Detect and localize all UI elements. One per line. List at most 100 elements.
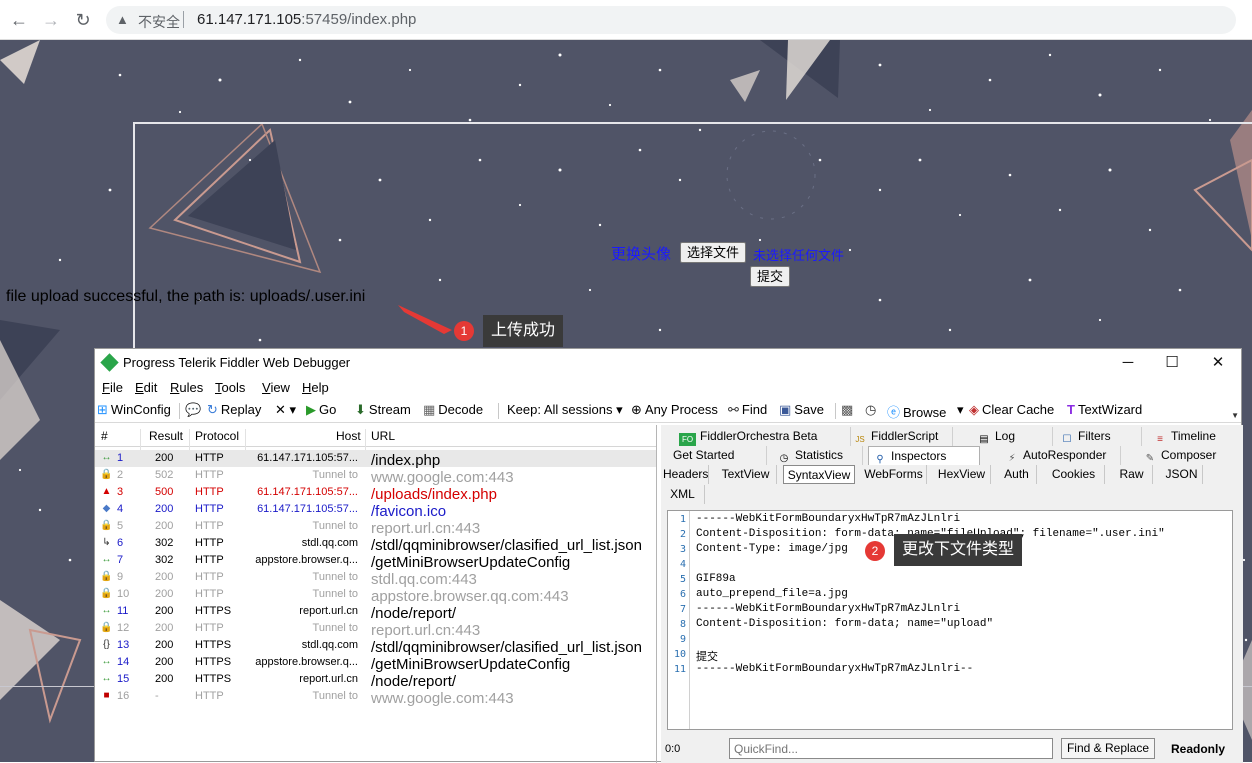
save-button[interactable]: ▣ Save — [779, 402, 824, 418]
reload-button[interactable]: ↻ — [72, 9, 94, 31]
session-row[interactable]: ↔ 7 302 HTTP appstore.browser.q.../getMiniBr… — [95, 552, 656, 571]
session-row[interactable]: ↳ 6 302 HTTP stdl.qq.com/stdl/qqminibrowser/… — [95, 535, 656, 554]
address-bar[interactable]: ▲ 不安全 61.147.171.105:57459/index.php — [106, 6, 1236, 34]
column-result[interactable]: Result — [149, 429, 183, 443]
subtab-textview[interactable]: TextView — [715, 465, 777, 484]
browse-dropdown[interactable]: ▾ — [957, 402, 964, 418]
session-row[interactable]: ◆ 4 200 HTTP 61.147.171.105:57.../favicon.ic… — [95, 501, 656, 520]
winconfig-button[interactable]: ⊞ WinConfig — [97, 402, 171, 418]
subtab-json[interactable]: JSON — [1161, 465, 1203, 484]
tab-composer[interactable]: ✎ Composer — [1139, 446, 1237, 465]
keep-sessions-dropdown[interactable]: Keep: All sessions ▾ — [507, 402, 623, 418]
tab-get-started[interactable]: Get Started — [669, 446, 767, 465]
session-row[interactable]: 🔒 2 502 HTTP Tunnel to www.google.com:443 — [95, 467, 656, 486]
security-label[interactable]: 不安全 — [138, 12, 180, 32]
session-row[interactable]: ■ 16 - HTTP Tunnel to www.google.com:443 — [95, 688, 656, 707]
screenshot-button[interactable]: ▩ — [841, 402, 856, 418]
subtab-webforms[interactable]: WebForms — [861, 465, 927, 484]
session-row[interactable]: ↔ 15 200 HTTPS report.url.cn/node/report/ — [95, 671, 656, 690]
tab-log[interactable]: ▤ Log — [973, 427, 1053, 446]
find-button[interactable]: ⚯ Find — [728, 402, 767, 418]
session-protocol: HTTP — [195, 537, 224, 549]
no-file-chosen-text: 未选择任何文件 — [753, 248, 845, 263]
column-url[interactable]: URL — [371, 429, 395, 443]
url-path: :57459/index.php — [301, 11, 417, 28]
windows-icon: ⊞ — [97, 402, 108, 417]
stream-button[interactable]: ⬇ Stream — [355, 402, 411, 418]
choose-file-button[interactable]: 选择文件 — [680, 242, 747, 263]
subtab-headers[interactable]: Headers — [663, 465, 709, 484]
camera-icon: ▩ — [841, 402, 854, 417]
session-row[interactable]: 🔒 10 200 HTTP Tunnel to appstore.browser.qq.c… — [95, 586, 656, 605]
column-divider — [189, 429, 190, 451]
log-icon: ▤ — [979, 434, 989, 445]
subtab-auth[interactable]: Auth — [997, 465, 1037, 484]
subtab-raw[interactable]: Raw — [1111, 465, 1153, 484]
minimize-button[interactable]: ─ — [1113, 352, 1143, 374]
timer-button[interactable]: ◷ — [865, 402, 879, 418]
maximize-button[interactable]: ☐ — [1157, 352, 1187, 374]
session-row[interactable]: ▲ 3 500 HTTP 61.147.171.105:57.../uploads/in… — [95, 484, 656, 503]
menu-help[interactable]: Help — [302, 380, 329, 395]
clear-cache-icon: ◈ — [969, 402, 979, 417]
session-row[interactable]: ↔ 14 200 HTTPS appstore.browser.q.../getMini… — [95, 654, 656, 673]
tab-fiddler-orchestra[interactable]: FO FiddlerOrchestra Beta — [675, 427, 851, 446]
syntax-view-editor[interactable]: 1 2 3 4 5 6 7 8 9 10 11 ------WebKitFormBoundaryxH… — [667, 510, 1233, 730]
session-row[interactable]: 🔒 5 200 HTTP Tunnel to report.url.cn:443 — [95, 518, 656, 537]
find-replace-button[interactable]: Find & Replace — [1061, 738, 1155, 759]
menu-rules[interactable]: Rules — [170, 380, 203, 395]
tab-filters[interactable]: ☐ Filters — [1056, 427, 1142, 446]
subtab-syntaxview[interactable]: SyntaxView — [783, 465, 855, 484]
column-number[interactable]: # — [101, 429, 108, 443]
session-row[interactable]: {} 13 200 HTTPS stdl.qq.com/stdl/qqminibrows… — [95, 637, 656, 656]
tab-statistics[interactable]: ◷ Statistics — [773, 446, 863, 465]
tab-fiddlerscript[interactable]: JS FiddlerScript — [849, 427, 953, 446]
subtab-xml[interactable]: XML — [661, 485, 705, 504]
tab-label: FiddlerOrchestra Beta — [700, 429, 818, 443]
close-button[interactable]: ✕ — [1203, 352, 1233, 374]
remove-button[interactable]: ✕ ▾ — [275, 402, 296, 418]
session-row[interactable]: ↔ 11 200 HTTPS report.url.cn/node/report/ — [95, 603, 656, 622]
line-number: 4 — [679, 559, 686, 570]
clear-cache-button[interactable]: ◈ Clear Cache — [969, 402, 1054, 418]
submit-button[interactable]: 提交 — [750, 266, 791, 287]
session-row[interactable]: 🔒 12 200 HTTP Tunnel to report.url.cn:443 — [95, 620, 656, 639]
session-number: 4 — [117, 503, 124, 515]
menu-edit[interactable]: Edit — [135, 380, 157, 395]
textwizard-button[interactable]: T TextWizard — [1067, 402, 1142, 417]
subtab-cookies[interactable]: Cookies — [1043, 465, 1105, 484]
session-protocol: HTTPS — [195, 656, 232, 668]
tab-autoresponder[interactable]: ⚡ AutoResponder — [1001, 446, 1121, 465]
browse-button[interactable]: ⓔ Browse — [887, 402, 946, 421]
column-protocol[interactable]: Protocol — [195, 429, 239, 443]
decode-button[interactable]: ▦ Decode — [423, 402, 483, 418]
go-button[interactable]: ▶ Go — [306, 402, 336, 418]
tab-inspectors[interactable]: ⚲ Inspectors — [868, 446, 980, 465]
subtab-hexview[interactable]: HexView — [933, 465, 991, 484]
keep-sessions-label: Keep: All sessions — [507, 402, 613, 417]
comment-button[interactable]: 💬 — [185, 402, 204, 418]
tab-timeline[interactable]: ≡ Timeline — [1149, 427, 1237, 446]
back-button[interactable]: ← — [8, 9, 30, 31]
toolbar-overflow-icon[interactable]: ▼ — [1231, 411, 1239, 420]
replay-icon: ↻ — [207, 402, 218, 417]
menu-file[interactable]: File — [102, 380, 123, 395]
menu-file-mnemonic: F — [102, 380, 110, 395]
forward-button[interactable]: → — [40, 9, 62, 31]
quickfind-input[interactable] — [729, 738, 1053, 759]
url-text[interactable]: 61.147.171.105:57459/index.php — [197, 11, 416, 28]
url-host: 61.147.171.105 — [197, 11, 302, 28]
any-process-button[interactable]: ⊕ Any Process — [631, 402, 718, 418]
replay-button[interactable]: ↻ Replay — [207, 402, 261, 418]
session-host: Tunnel to — [312, 690, 358, 702]
menu-tools[interactable]: Tools — [215, 380, 245, 395]
column-host[interactable]: Host — [336, 429, 361, 443]
session-row[interactable]: ↔ 1 200 HTTP 61.147.171.105:57.../index.php — [95, 450, 656, 469]
clear-cache-label: Clear Cache — [982, 402, 1055, 417]
session-icon: ◆ — [102, 503, 111, 514]
menu-view[interactable]: View — [262, 380, 290, 395]
menu-tools-label: ools — [221, 380, 246, 395]
code-line: Content-Type: image/jpg — [696, 543, 848, 555]
menu-view-label: iew — [270, 380, 290, 395]
session-row[interactable]: 🔒 9 200 HTTP Tunnel to stdl.qq.com:443 — [95, 569, 656, 588]
